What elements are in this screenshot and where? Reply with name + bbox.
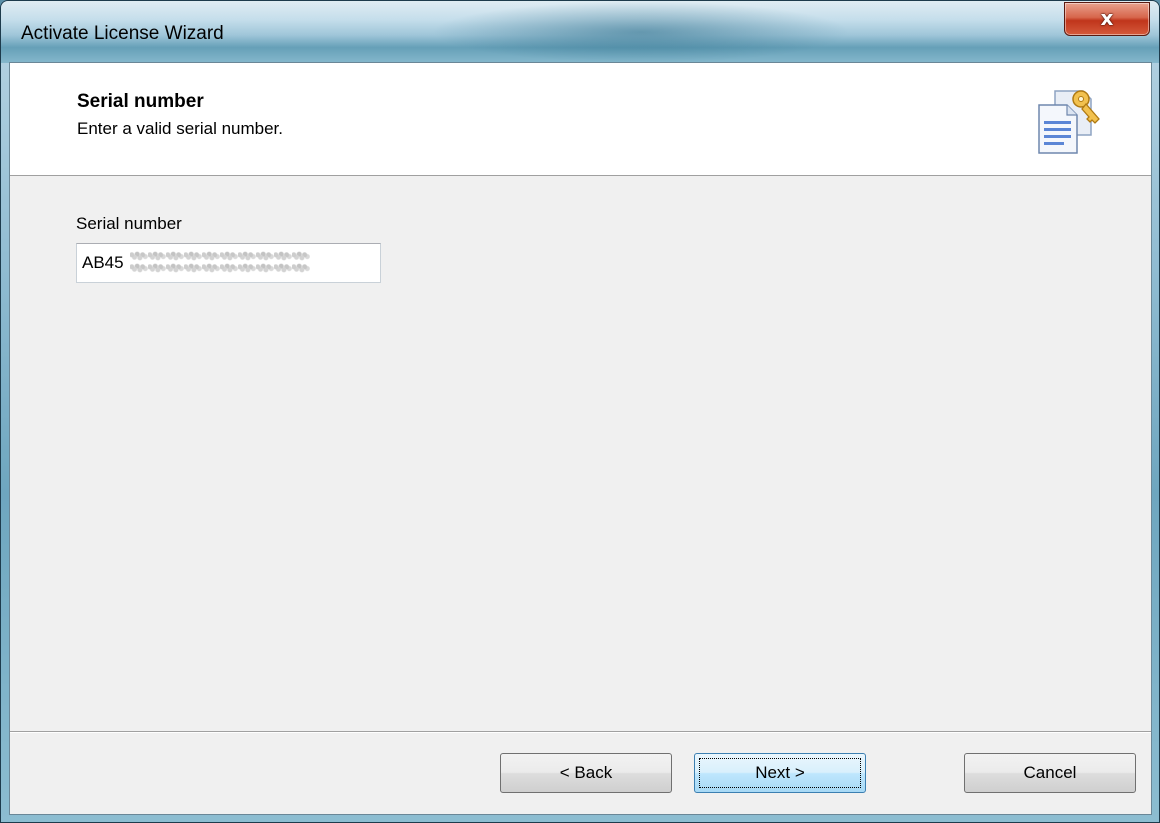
footer-divider	[10, 731, 1151, 733]
window-title: Activate License Wizard	[21, 23, 224, 44]
serial-number-label: Serial number	[76, 214, 182, 233]
focus-rectangle	[699, 758, 861, 788]
license-key-document-icon	[1038, 90, 1100, 154]
back-button[interactable]: < Back	[500, 753, 672, 793]
obscured-serial-characters	[130, 250, 310, 274]
close-button[interactable]: x	[1064, 2, 1150, 36]
page-subtitle: Enter a valid serial number.	[77, 119, 283, 138]
page-title: Serial number	[77, 91, 204, 112]
wizard-client-area: Serial number Enter a valid serial numbe…	[9, 62, 1152, 815]
next-button[interactable]: Next >	[694, 753, 866, 793]
title-bar[interactable]: Activate License Wizard x	[1, 1, 1159, 63]
close-icon: x	[1100, 6, 1114, 30]
cancel-button[interactable]: Cancel	[964, 753, 1136, 793]
wizard-window: Activate License Wizard x Serial number …	[0, 0, 1160, 823]
wizard-header: Serial number Enter a valid serial numbe…	[10, 63, 1151, 176]
